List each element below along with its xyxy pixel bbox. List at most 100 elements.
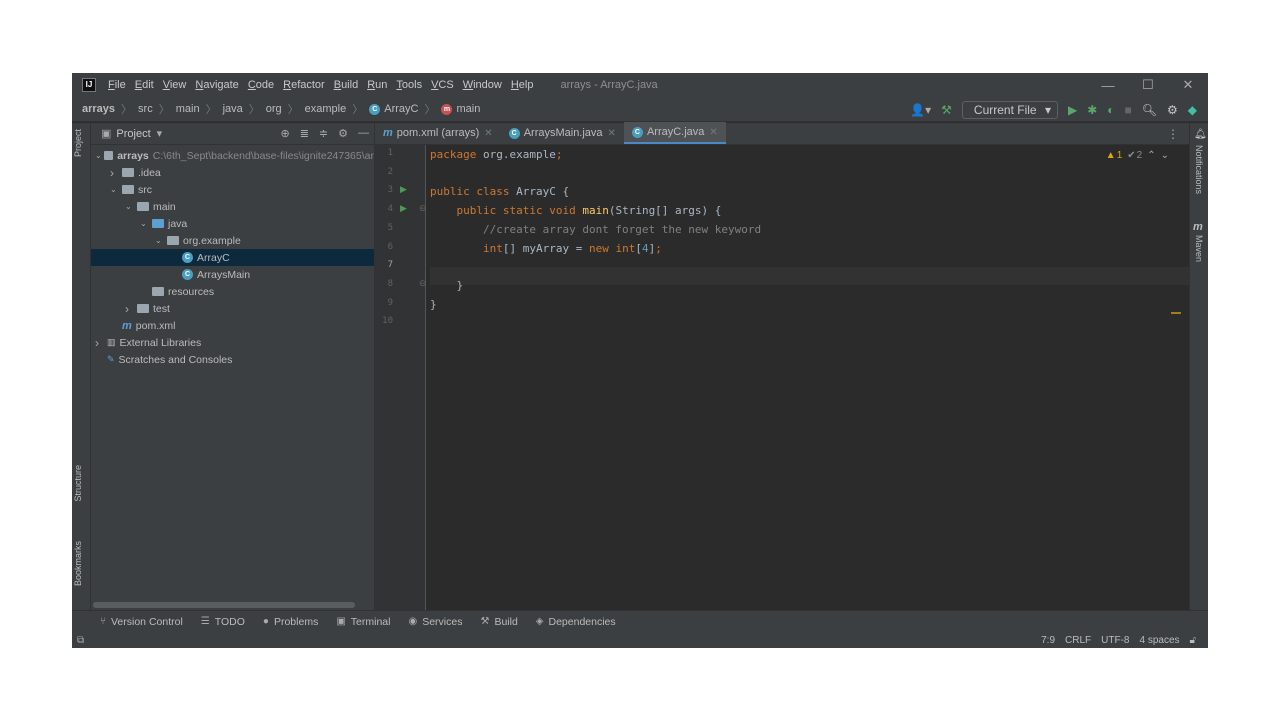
todo-tool-button[interactable]: ☰ TODO [201, 616, 245, 628]
project-tool-button[interactable]: Project [73, 129, 83, 157]
menu-tools[interactable]: Tools [396, 79, 422, 91]
chevron-down-icon[interactable]: ⌄ [95, 151, 104, 160]
tabs-more-icon[interactable]: ⋮ [1167, 127, 1179, 141]
chevron-down-icon[interactable]: ⌄ [125, 202, 137, 211]
inspection-widget[interactable]: ▲ 1 ✔ 2 ⌃ ⌄ [1101, 150, 1169, 161]
fold-icon[interactable]: ⊖ [419, 203, 427, 214]
bell-icon[interactable]: 🔔︎ [1194, 129, 1207, 140]
tree-item[interactable]: C ArraysMain [91, 266, 374, 283]
chevron-down-icon[interactable]: ⌄ [140, 219, 152, 228]
stop-icon[interactable]: ■ [1125, 103, 1132, 117]
chevron-right-icon[interactable]: › [110, 166, 122, 180]
close-tab-icon[interactable]: ✕ [484, 128, 492, 139]
tree-item[interactable]: ⌄ main [91, 198, 374, 215]
jetbrains-logo-icon[interactable]: ◆ [1188, 103, 1197, 117]
project-panel-title[interactable]: Project [116, 128, 150, 140]
terminal-tool-button[interactable]: ▣ Terminal [336, 616, 390, 628]
structure-tool-button[interactable]: Structure [73, 465, 83, 502]
tree-item[interactable]: C ArrayC [91, 249, 374, 266]
chevron-right-icon[interactable]: › [95, 336, 107, 350]
menu-navigate[interactable]: Navigate [195, 79, 238, 91]
folder-icon [104, 151, 114, 160]
version-control-tool-button[interactable]: ⑂ Version Control [100, 616, 183, 628]
tree-item[interactable]: ⌄ java [91, 215, 374, 232]
breadcrumb-class[interactable]: C ArrayC [369, 103, 418, 115]
close-tab-icon[interactable]: ✕ [608, 128, 616, 139]
breadcrumb-item[interactable]: src [138, 103, 153, 115]
error-stripe-mark[interactable] [1171, 312, 1181, 314]
run-class-icon[interactable]: ▶ [400, 184, 407, 195]
tree-item[interactable]: ⌄ src [91, 181, 374, 198]
breadcrumb-item[interactable]: org [266, 103, 282, 115]
locate-icon[interactable]: ⊕ [280, 127, 289, 140]
menu-help[interactable]: Help [511, 79, 534, 91]
indent-setting[interactable]: 4 spaces [1139, 635, 1179, 646]
breadcrumb-item[interactable]: arrays [82, 103, 115, 115]
menu-vcs[interactable]: VCS [431, 79, 454, 91]
chevron-down-icon[interactable]: ⌄ [1161, 150, 1169, 161]
tree-item[interactable]: m pom.xml [91, 317, 374, 334]
collapse-all-icon[interactable]: ≑ [319, 127, 328, 140]
chevron-up-icon[interactable]: ⌃ [1147, 150, 1155, 161]
editor-area: m pom.xml (arrays) ✕ C ArraysMain.java ✕… [374, 122, 1190, 610]
tab-pom-xml[interactable]: m pom.xml (arrays) ✕ [375, 122, 501, 144]
chevron-down-icon[interactable]: ⌄ [110, 185, 122, 194]
maximize-icon[interactable]: ☐ [1128, 73, 1168, 97]
user-icon[interactable]: 👤▾ [910, 103, 931, 117]
settings-icon[interactable]: ⚙ [1167, 103, 1178, 117]
tab-arraysmain-java[interactable]: C ArraysMain.java ✕ [501, 122, 624, 144]
breadcrumb-item[interactable]: java [223, 103, 243, 115]
problems-tool-button[interactable]: ● Problems [263, 616, 318, 628]
menu-file[interactable]: File [108, 79, 126, 91]
build-tool-button[interactable]: ⚒ Build [480, 616, 517, 628]
hide-icon[interactable]: — [358, 127, 369, 140]
menu-build[interactable]: Build [334, 79, 358, 91]
expand-all-icon[interactable]: ≣ [300, 127, 309, 140]
chevron-down-icon[interactable]: ⌄ [155, 236, 167, 245]
tab-arrayc-java[interactable]: C ArrayC.java ✕ [623, 122, 726, 144]
run-main-icon[interactable]: ▶ [400, 203, 407, 214]
minimize-icon[interactable]: — [1088, 73, 1128, 97]
run-configuration-select[interactable]: Current File ▾ [961, 100, 1058, 119]
line-separator[interactable]: CRLF [1065, 635, 1091, 646]
menu-code[interactable]: Code [248, 79, 274, 91]
tree-item[interactable]: ⌄ arrays C:\6th_Sept\backend\base-files\ig… [91, 147, 374, 164]
caret-position[interactable]: 7:9 [1041, 635, 1055, 646]
file-encoding[interactable]: UTF-8 [1101, 635, 1129, 646]
menu-window[interactable]: Window [463, 79, 502, 91]
breadcrumb-method[interactable]: m main [441, 103, 480, 115]
chevron-right-icon[interactable]: › [125, 302, 137, 316]
tree-item[interactable]: resources [91, 283, 374, 300]
tree-item[interactable]: ⌄ org.example [91, 232, 374, 249]
menu-refactor[interactable]: Refactor [283, 79, 325, 91]
bookmarks-tool-button[interactable]: Bookmarks [73, 541, 83, 586]
menu-run[interactable]: Run [367, 79, 387, 91]
gear-icon[interactable]: ⚙ [338, 127, 348, 140]
search-icon[interactable]: 🔍︎ [1142, 103, 1157, 117]
close-tab-icon[interactable]: ✕ [709, 127, 717, 138]
navigation-bar: arrays 〉 src 〉 main 〉 java 〉 org 〉 example 〉 C… [72, 97, 1208, 122]
breadcrumb-item[interactable]: example [305, 103, 347, 115]
lock-icon[interactable]: 🔓︎ [1190, 635, 1196, 646]
maven-tool-button[interactable]: Maven [1194, 235, 1204, 262]
build-hammer-icon[interactable]: ⚒ [941, 103, 952, 117]
menu-edit[interactable]: Edit [135, 79, 154, 91]
dependencies-tool-button[interactable]: ◈ Dependencies [536, 616, 616, 628]
notifications-tool-button[interactable]: Notifications [1194, 145, 1204, 194]
menu-view[interactable]: View [163, 79, 187, 91]
coverage-icon[interactable]: ◐ [1107, 103, 1114, 117]
tree-item[interactable]: ✎ Scratches and Consoles [91, 351, 374, 368]
debug-icon[interactable]: ✱ [1087, 103, 1097, 117]
tree-item[interactable]: › ▥ External Libraries [91, 334, 374, 351]
close-icon[interactable]: ✕ [1168, 73, 1208, 97]
code-editor[interactable]: package org.example; public class ArrayC … [430, 145, 1190, 610]
horizontal-scrollbar[interactable] [93, 602, 355, 608]
chevron-down-icon[interactable]: ▾ [157, 127, 163, 140]
run-icon[interactable]: ▶ [1068, 103, 1077, 117]
tree-item[interactable]: › test [91, 300, 374, 317]
services-tool-button[interactable]: ◉ Services [408, 616, 462, 628]
toggle-tool-windows-icon[interactable]: ⧉ [77, 635, 84, 646]
tree-item[interactable]: › .idea [91, 164, 374, 181]
breadcrumb-item[interactable]: main [176, 103, 200, 115]
fold-icon[interactable]: ⊖ [419, 278, 427, 289]
